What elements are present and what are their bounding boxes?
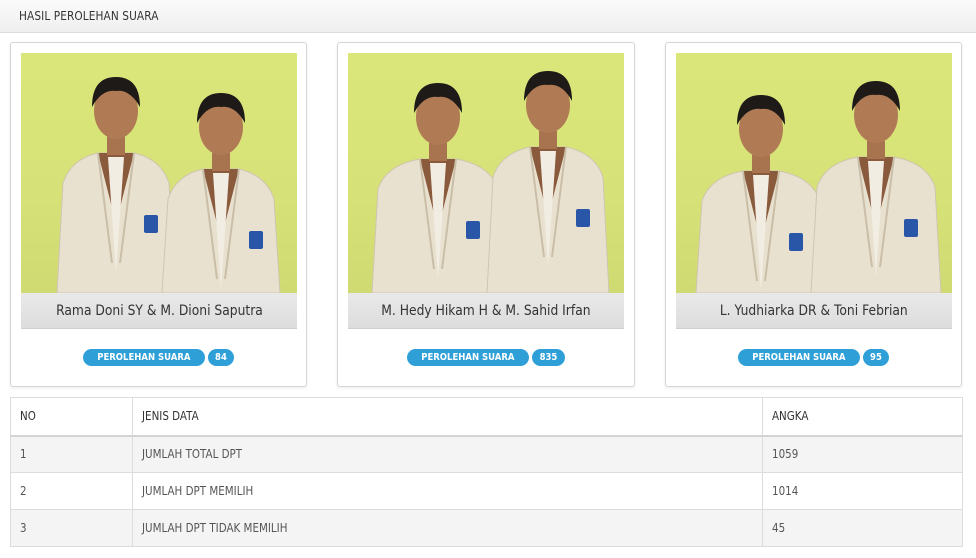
vote-summary-table: NO JENIS DATA ANGKA 1 JUMLAH TOTAL DPT 1… bbox=[10, 397, 963, 547]
vote-count-1: PEROLEHAN SUARA 84 bbox=[11, 348, 306, 366]
candidate-name: L. Yudhiarka DR & Toni Febrian bbox=[720, 302, 908, 319]
cell-angka: 45 bbox=[762, 509, 963, 547]
candidate-card-1: Rama Doni SY & M. Dioni Saputra PEROLEHA… bbox=[10, 42, 307, 387]
cell-jenis-data: JUMLAH DPT MEMILIH bbox=[132, 472, 763, 510]
students-photo-illustration bbox=[695, 81, 942, 293]
votes-value-badge: 95 bbox=[862, 348, 889, 366]
cell-angka: 1059 bbox=[762, 435, 963, 473]
candidate-card-3: L. Yudhiarka DR & Toni Febrian PEROLEHAN… bbox=[665, 42, 962, 387]
table-header-row: NO JENIS DATA ANGKA bbox=[10, 397, 963, 437]
students-photo-illustration bbox=[371, 71, 610, 293]
table-row: 1 JUMLAH TOTAL DPT 1059 bbox=[10, 435, 963, 473]
cell-no: 1 bbox=[10, 435, 133, 473]
student-figure bbox=[486, 71, 610, 293]
candidate-card-2: M. Hedy Hikam H & M. Sahid Irfan PEROLEH… bbox=[337, 42, 635, 387]
column-header-no: NO bbox=[10, 397, 133, 437]
candidate-photo-1 bbox=[21, 53, 297, 293]
cell-jenis-data: JUMLAH TOTAL DPT bbox=[132, 435, 763, 473]
table-row: 3 JUMLAH DPT TIDAK MEMILIH 45 bbox=[10, 509, 963, 547]
panel-title: HASIL PEROLEHAN SUARA bbox=[19, 9, 159, 23]
students-photo-illustration bbox=[56, 77, 281, 293]
vote-count-3: PEROLEHAN SUARA 95 bbox=[666, 348, 961, 366]
candidate-name-bar-1: Rama Doni SY & M. Dioni Saputra bbox=[21, 293, 297, 329]
student-figure bbox=[161, 93, 281, 293]
candidate-name-bar-3: L. Yudhiarka DR & Toni Febrian bbox=[676, 293, 952, 329]
votes-value-badge: 835 bbox=[531, 348, 565, 366]
candidate-name: M. Hedy Hikam H & M. Sahid Irfan bbox=[381, 302, 591, 319]
table-row: 2 JUMLAH DPT MEMILIH 1014 bbox=[10, 472, 963, 510]
cell-no: 3 bbox=[10, 509, 133, 547]
votes-label-badge: PEROLEHAN SUARA bbox=[738, 348, 860, 366]
student-figure bbox=[810, 81, 942, 293]
student-figure bbox=[695, 95, 827, 293]
column-header-jenis-data: JENIS DATA bbox=[132, 397, 763, 437]
student-figure bbox=[371, 83, 505, 293]
column-header-angka: ANGKA bbox=[762, 397, 963, 437]
cell-angka: 1014 bbox=[762, 472, 963, 510]
candidate-name: Rama Doni SY & M. Dioni Saputra bbox=[55, 302, 263, 319]
student-figure bbox=[56, 77, 176, 293]
candidate-photo-3 bbox=[676, 53, 952, 293]
vote-count-2: PEROLEHAN SUARA 835 bbox=[338, 348, 634, 366]
panel-header: HASIL PEROLEHAN SUARA bbox=[0, 0, 976, 33]
votes-label-badge: PEROLEHAN SUARA bbox=[407, 348, 529, 366]
cell-jenis-data: JUMLAH DPT TIDAK MEMILIH bbox=[132, 509, 763, 547]
votes-value-badge: 84 bbox=[207, 348, 234, 366]
cell-no: 2 bbox=[10, 472, 133, 510]
candidate-photo-2 bbox=[348, 53, 624, 293]
candidate-name-bar-2: M. Hedy Hikam H & M. Sahid Irfan bbox=[348, 293, 624, 329]
votes-label-badge: PEROLEHAN SUARA bbox=[83, 348, 205, 366]
